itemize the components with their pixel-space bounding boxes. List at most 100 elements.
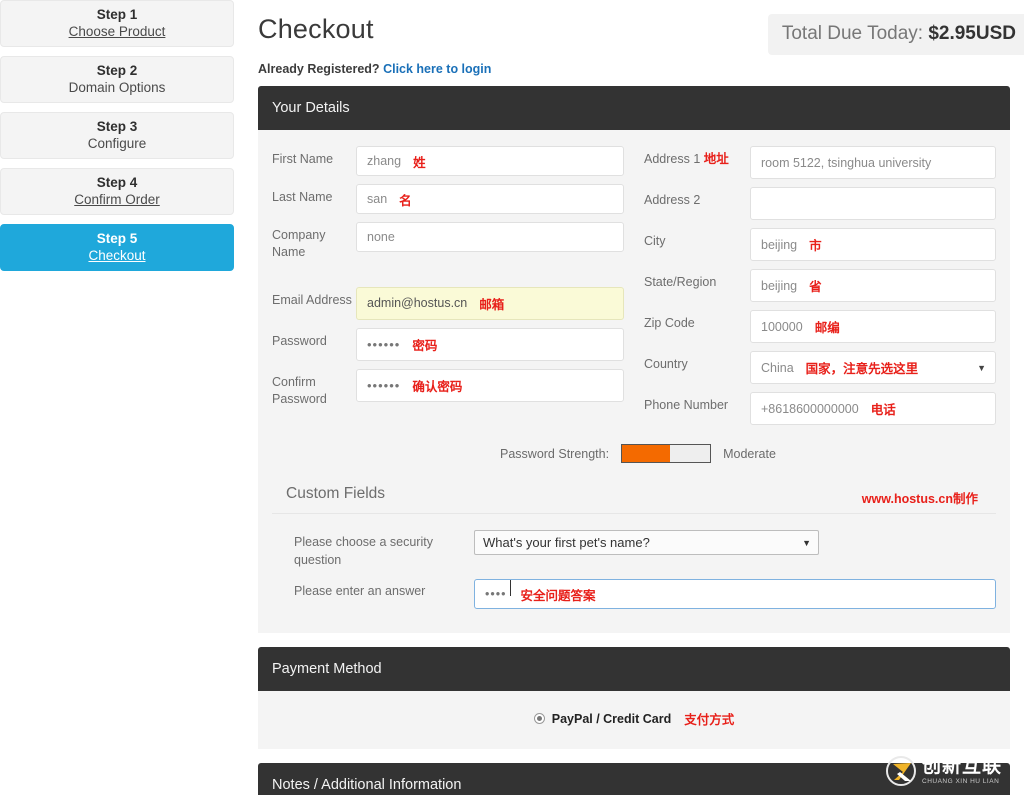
field-label: City [644, 234, 666, 248]
login-link[interactable]: Click here to login [383, 62, 491, 76]
state-region-input[interactable]: beijing 省 [750, 269, 996, 302]
radio-selected-icon[interactable] [533, 713, 545, 724]
already-registered-line: Already Registered? Click here to login [250, 62, 1024, 76]
step-name[interactable]: Checkout [88, 248, 145, 265]
field-label: Please enter an answer [294, 584, 426, 598]
confirm-password-input[interactable]: •••••• 确认密码 [356, 368, 624, 402]
input-value: •••••• [367, 336, 401, 352]
field-label: Phone Number [644, 398, 729, 412]
annotation-cn: 支付方式 [684, 713, 735, 727]
password-strength-status: Moderate [723, 446, 776, 461]
email-address-input[interactable]: admin@hostus.cn 邮箱 [356, 286, 624, 320]
sidebar-step-4[interactable]: Step 4 Confirm Order [0, 168, 234, 215]
security-answer-input[interactable]: •••• 安全问题答案 [474, 579, 996, 609]
input-value: none [367, 230, 395, 244]
chevron-down-icon: ▼ [977, 362, 986, 373]
step-name: Configure [87, 135, 147, 151]
step-number: Step 1 [96, 6, 138, 22]
sidebar-step-2[interactable]: Step 2 Domain Options [0, 56, 234, 103]
security-question-select[interactable]: What's your first pet's name? ▼ [474, 530, 819, 555]
annotation-cn: 名 [399, 193, 412, 208]
field-zip-code: Zip Code 100000 邮编 [644, 310, 996, 343]
payment-option-label: PayPal / Credit Card [551, 711, 672, 726]
input-value: •••• [485, 580, 510, 601]
panel-spacer [250, 633, 1024, 647]
logo-text: 创新互联 CHUANG XIN HU LIAN [922, 757, 1002, 786]
password-strength-fill [622, 445, 671, 462]
payment-method-header: Payment Method [258, 647, 1010, 691]
last-name-input[interactable]: san 名 [356, 184, 624, 214]
details-left-column: First Name zhang 姓 Last Name san 名 Compa… [272, 146, 624, 433]
address-2-input[interactable] [750, 187, 996, 220]
input-value: +8618600000000 [761, 401, 859, 416]
field-label: Password [272, 333, 327, 348]
zip-code-input[interactable]: 100000 邮编 [750, 310, 996, 343]
input-value: •••••• [367, 377, 401, 393]
your-details-header: Your Details [258, 86, 1010, 130]
input-value: China [761, 360, 794, 375]
input-value: 100000 [761, 319, 803, 334]
custom-fields-title-text: Custom Fields [286, 485, 386, 502]
total-due-badge: Total Due Today: $2.95USD [767, 14, 1024, 55]
step-name: Domain Options [68, 79, 166, 95]
total-due-value: $2.95USD [928, 23, 1016, 44]
field-security-question: Please choose a security question What's… [272, 530, 996, 569]
password-input[interactable]: •••••• 密码 [356, 327, 624, 361]
details-right-column: Address 1 地址 room 5122, tsinghua univers… [644, 146, 996, 433]
phone-number-input[interactable]: +8618600000000 电话 [750, 392, 996, 425]
input-value: beijing [761, 237, 798, 252]
field-address-1: Address 1 地址 room 5122, tsinghua univers… [644, 146, 996, 179]
input-value: beijing [761, 278, 798, 293]
step-name[interactable]: Choose Product [69, 24, 166, 41]
field-label: Zip Code [644, 316, 695, 330]
annotation-cn: 市 [809, 239, 822, 253]
input-value: san [367, 192, 388, 206]
sidebar-step-5[interactable]: Step 5 Checkout [0, 224, 234, 271]
field-phone-number: Phone Number +8618600000000 电话 [644, 392, 996, 425]
field-label-text: Address 1 [644, 152, 701, 166]
field-label: Address 2 [644, 193, 701, 207]
field-label: Country [644, 357, 688, 371]
already-registered-text: Already Registered? [258, 62, 380, 76]
city-input[interactable]: beijing 市 [750, 228, 996, 261]
field-city: City beijing 市 [644, 228, 996, 261]
annotation-cn: 国家，注意先选这里 [805, 362, 919, 376]
field-label: State/Region [644, 275, 717, 289]
checkout-page: Step 1 Choose Product Step 2 Domain Opti… [0, 0, 1024, 795]
field-confirm-password: Confirm Password •••••• 确认密码 [272, 368, 624, 409]
payment-method-panel: Payment Method PayPal / Credit Card 支付方式 [258, 647, 1010, 749]
annotation-cn: 电话 [870, 403, 896, 417]
annotation-cn: 确认密码 [412, 379, 463, 394]
field-label: Please choose a security question [294, 535, 433, 567]
field-label: Email Address [272, 292, 352, 307]
annotation-cn: 安全问题答案 [520, 588, 596, 603]
field-label: Last Name [272, 190, 333, 204]
field-last-name: Last Name san 名 [272, 184, 624, 214]
field-address-2: Address 2 [644, 187, 996, 220]
payment-option-paypal[interactable]: PayPal / Credit Card 支付方式 [533, 709, 735, 728]
annotation-cn: 密码 [412, 338, 438, 353]
password-strength-row: Password Strength: Moderate [272, 444, 996, 463]
logo-circle-x-icon [886, 756, 916, 786]
step-name[interactable]: Confirm Order [74, 192, 160, 209]
checkout-main: Checkout Total Due Today: $2.95USD Alrea… [250, 0, 1024, 795]
input-value: What's your first pet's name? [483, 535, 650, 550]
page-header: Checkout Total Due Today: $2.95USD [250, 0, 1024, 62]
field-country: Country China 国家，注意先选这里 ▼ [644, 351, 996, 384]
annotation-cn: 省 [809, 280, 822, 294]
first-name-input[interactable]: zhang 姓 [356, 146, 624, 176]
order-steps-sidebar: Step 1 Choose Product Step 2 Domain Opti… [0, 0, 234, 280]
input-value: zhang [367, 154, 402, 168]
annotation-cn: 邮箱 [479, 297, 505, 312]
sidebar-step-3[interactable]: Step 3 Configure [0, 112, 234, 159]
step-number: Step 4 [96, 174, 138, 190]
field-first-name: First Name zhang 姓 [272, 146, 624, 176]
custom-fields-title: Custom Fields www.hostus.cn制作 [286, 485, 996, 506]
country-select[interactable]: China 国家，注意先选这里 ▼ [750, 351, 996, 384]
address-1-input[interactable]: room 5122, tsinghua university [750, 146, 996, 179]
annotation-cn: 姓 [413, 155, 426, 170]
company-name-input[interactable]: none [356, 222, 624, 252]
field-label: Address 1 地址 [644, 146, 750, 168]
sidebar-step-1[interactable]: Step 1 Choose Product [0, 0, 234, 47]
column-spacer [272, 270, 624, 287]
